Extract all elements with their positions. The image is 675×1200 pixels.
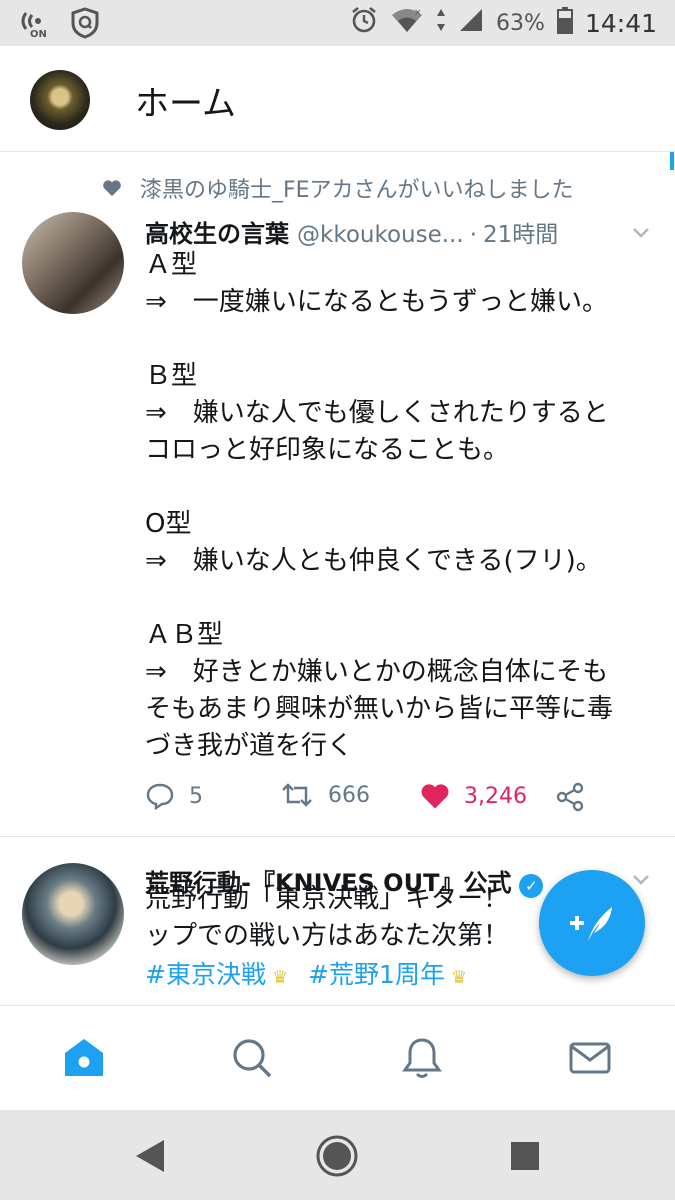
wifi-icon: × bbox=[390, 6, 424, 40]
bottom-tab-bar bbox=[0, 1005, 675, 1110]
heart-icon bbox=[421, 784, 449, 809]
separator-dot: · bbox=[469, 222, 477, 248]
like-button[interactable]: 3,246 bbox=[420, 782, 527, 810]
tab-notifications[interactable] bbox=[400, 1036, 444, 1080]
notifications-icon bbox=[402, 1038, 442, 1078]
crown-emoji-icon: ♛ bbox=[450, 967, 468, 988]
compose-tweet-button[interactable] bbox=[539, 870, 645, 976]
reply-button[interactable]: 5 bbox=[145, 782, 203, 810]
reply-icon bbox=[146, 783, 174, 810]
tweet-header: 高校生の言葉 @kkoukouse... · 21時間 bbox=[145, 214, 558, 249]
search-icon bbox=[233, 1039, 272, 1078]
compose-tweet-icon bbox=[570, 907, 612, 941]
home-nav-button[interactable] bbox=[315, 1134, 359, 1178]
hashtag-link[interactable]: #荒野1周年 ♛ bbox=[308, 955, 467, 991]
clock: 14:41 bbox=[584, 8, 657, 38]
crown-emoji-icon: ♛ bbox=[271, 967, 289, 988]
reply-count: 5 bbox=[189, 783, 203, 809]
tweet-actions: 5 666 3,246 bbox=[145, 782, 605, 816]
author-name[interactable]: 高校生の言葉 bbox=[145, 214, 289, 249]
share-icon bbox=[556, 782, 584, 812]
author-avatar[interactable] bbox=[22, 212, 124, 314]
recents-square-icon bbox=[511, 1142, 539, 1170]
svg-text:×: × bbox=[414, 8, 422, 18]
retweet-icon bbox=[282, 783, 312, 807]
battery-percent: 63% bbox=[496, 10, 545, 36]
profile-avatar[interactable] bbox=[30, 70, 90, 130]
shield-icon bbox=[70, 7, 100, 43]
home-circle-icon bbox=[316, 1135, 358, 1177]
tweet-time: 21時間 bbox=[483, 222, 559, 248]
tab-search[interactable] bbox=[230, 1036, 274, 1080]
author-avatar[interactable] bbox=[22, 863, 124, 965]
data-arrows-icon bbox=[436, 7, 446, 39]
retweet-button[interactable]: 666 bbox=[280, 782, 370, 808]
chevron-down-icon[interactable] bbox=[631, 222, 651, 242]
app-header: ホーム bbox=[0, 46, 675, 152]
tab-home[interactable] bbox=[62, 1036, 106, 1080]
back-button[interactable] bbox=[128, 1134, 172, 1178]
retweet-count: 666 bbox=[328, 782, 370, 808]
status-bar: ON × 63% 14:41 bbox=[0, 0, 675, 46]
social-context-text: 漆黒のゆ騎士_FEアカさんがいいねしました bbox=[140, 178, 574, 203]
share-button[interactable] bbox=[555, 782, 585, 812]
nfc-icon: ON bbox=[18, 9, 48, 41]
tweet-text: Ａ型 ⇒ 一度嫌いになるともうずっと嫌い。 Ｂ型 ⇒ 嫌いな人でも優しくされたり… bbox=[145, 250, 614, 761]
alarm-icon bbox=[350, 6, 378, 40]
tweet[interactable]: 漆黒のゆ騎士_FEアカさんがいいねしました 高校生の言葉 @kkoukouse.… bbox=[0, 152, 675, 837]
home-icon bbox=[65, 1039, 103, 1076]
tab-messages[interactable] bbox=[568, 1036, 612, 1080]
hashtag-link[interactable]: #東京決戦 ♛ bbox=[145, 955, 288, 991]
battery-icon bbox=[556, 6, 573, 40]
nfc-label: ON bbox=[30, 29, 47, 40]
social-context: 漆黒のゆ騎士_FEアカさんがいいねしました bbox=[102, 172, 574, 204]
author-handle[interactable]: @kkoukouse... bbox=[297, 222, 464, 248]
like-count: 3,246 bbox=[464, 783, 527, 809]
recents-button[interactable] bbox=[503, 1134, 547, 1178]
heart-small-icon bbox=[103, 180, 121, 197]
back-triangle-icon bbox=[136, 1140, 164, 1172]
page-title: ホーム bbox=[135, 84, 236, 124]
signal-icon bbox=[458, 7, 484, 39]
messages-icon bbox=[569, 1042, 611, 1074]
system-navigation-bar bbox=[0, 1110, 675, 1200]
hashtags: #東京決戦 ♛ #荒野1周年 ♛ bbox=[145, 955, 467, 991]
